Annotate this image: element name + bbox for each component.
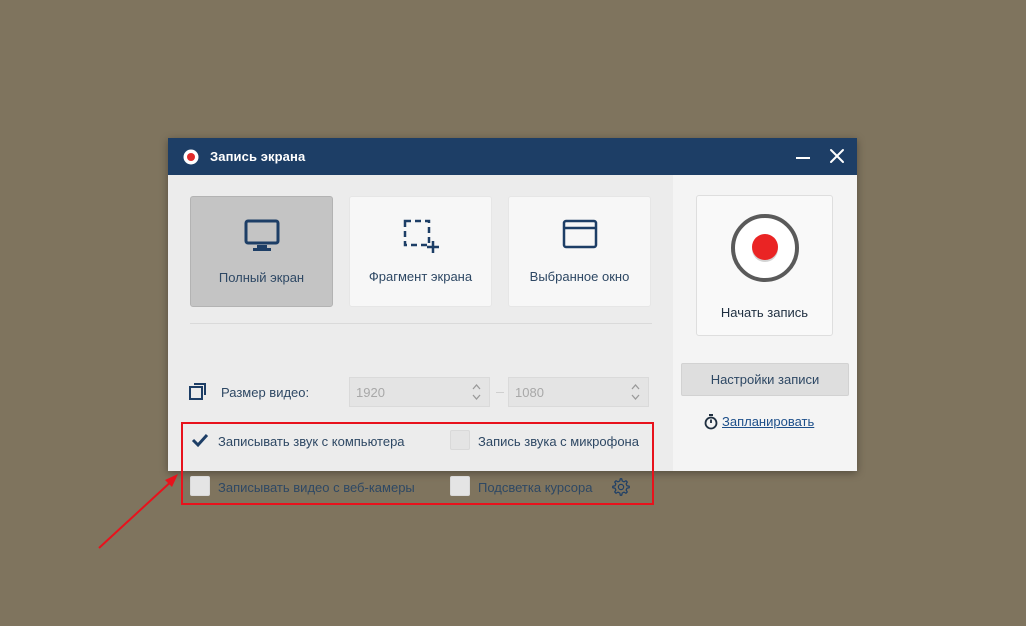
- height-value: 1080: [515, 385, 544, 400]
- mode-fragment-button[interactable]: Фрагмент экрана: [349, 196, 492, 307]
- record-system-audio-label: Записывать звук с компьютера: [218, 434, 405, 449]
- size-separator: [496, 392, 504, 393]
- schedule-label: Запланировать: [722, 414, 815, 429]
- selection-add-icon: [403, 219, 439, 253]
- mode-label: Полный экран: [218, 270, 305, 285]
- recording-settings-button[interactable]: Настройки записи: [681, 363, 849, 396]
- record-button-icon: [731, 214, 799, 282]
- screen-recording-window: Запись экрана Полный экран Фрагмент экра…: [168, 138, 857, 505]
- start-recording-label: Начать запись: [720, 305, 809, 320]
- close-icon: [830, 149, 844, 163]
- mode-window-button[interactable]: Выбранное окно: [508, 196, 651, 307]
- capture-options-pane: Полный экран Фрагмент экрана Выбранное о…: [168, 175, 673, 505]
- width-value: 1920: [356, 385, 385, 400]
- window-title: Запись экрана: [210, 149, 306, 164]
- mode-label: Фрагмент экрана: [368, 269, 473, 284]
- record-icon: [183, 149, 199, 165]
- window-icon: [562, 219, 598, 249]
- record-webcam-label: Записывать видео с веб-камеры: [218, 480, 415, 495]
- video-size-label: Размер видео:: [221, 385, 310, 400]
- gear-icon[interactable]: [612, 478, 630, 496]
- mode-label: Выбранное окно: [529, 269, 630, 284]
- checkmark-icon: [191, 433, 209, 448]
- divider: [190, 323, 652, 324]
- video-size-icon: [189, 383, 206, 400]
- action-pane: Начать запись Настройки записи Запланиро…: [673, 175, 857, 471]
- record-microphone-label: Запись звука с микрофона: [478, 434, 639, 449]
- record-system-audio-checkbox[interactable]: [190, 430, 210, 450]
- monitor-icon: [244, 219, 280, 251]
- cursor-highlight-label: Подсветка курсора: [478, 480, 593, 495]
- red-arrow-annotation: [98, 474, 178, 549]
- title-bar: Запись экрана: [168, 138, 857, 175]
- cursor-highlight-checkbox[interactable]: [450, 476, 470, 496]
- mode-full-screen-button[interactable]: Полный экран: [190, 196, 333, 307]
- close-button[interactable]: [826, 145, 848, 167]
- record-webcam-checkbox[interactable]: [190, 476, 210, 496]
- minimize-button[interactable]: [792, 145, 814, 167]
- height-input[interactable]: 1080: [508, 377, 649, 407]
- start-recording-button[interactable]: Начать запись: [696, 195, 833, 336]
- width-input[interactable]: 1920: [349, 377, 490, 407]
- stopwatch-icon: [704, 414, 718, 430]
- spinner-arrows-icon[interactable]: [472, 383, 481, 401]
- record-microphone-checkbox[interactable]: [450, 430, 470, 450]
- spinner-arrows-icon[interactable]: [631, 383, 640, 401]
